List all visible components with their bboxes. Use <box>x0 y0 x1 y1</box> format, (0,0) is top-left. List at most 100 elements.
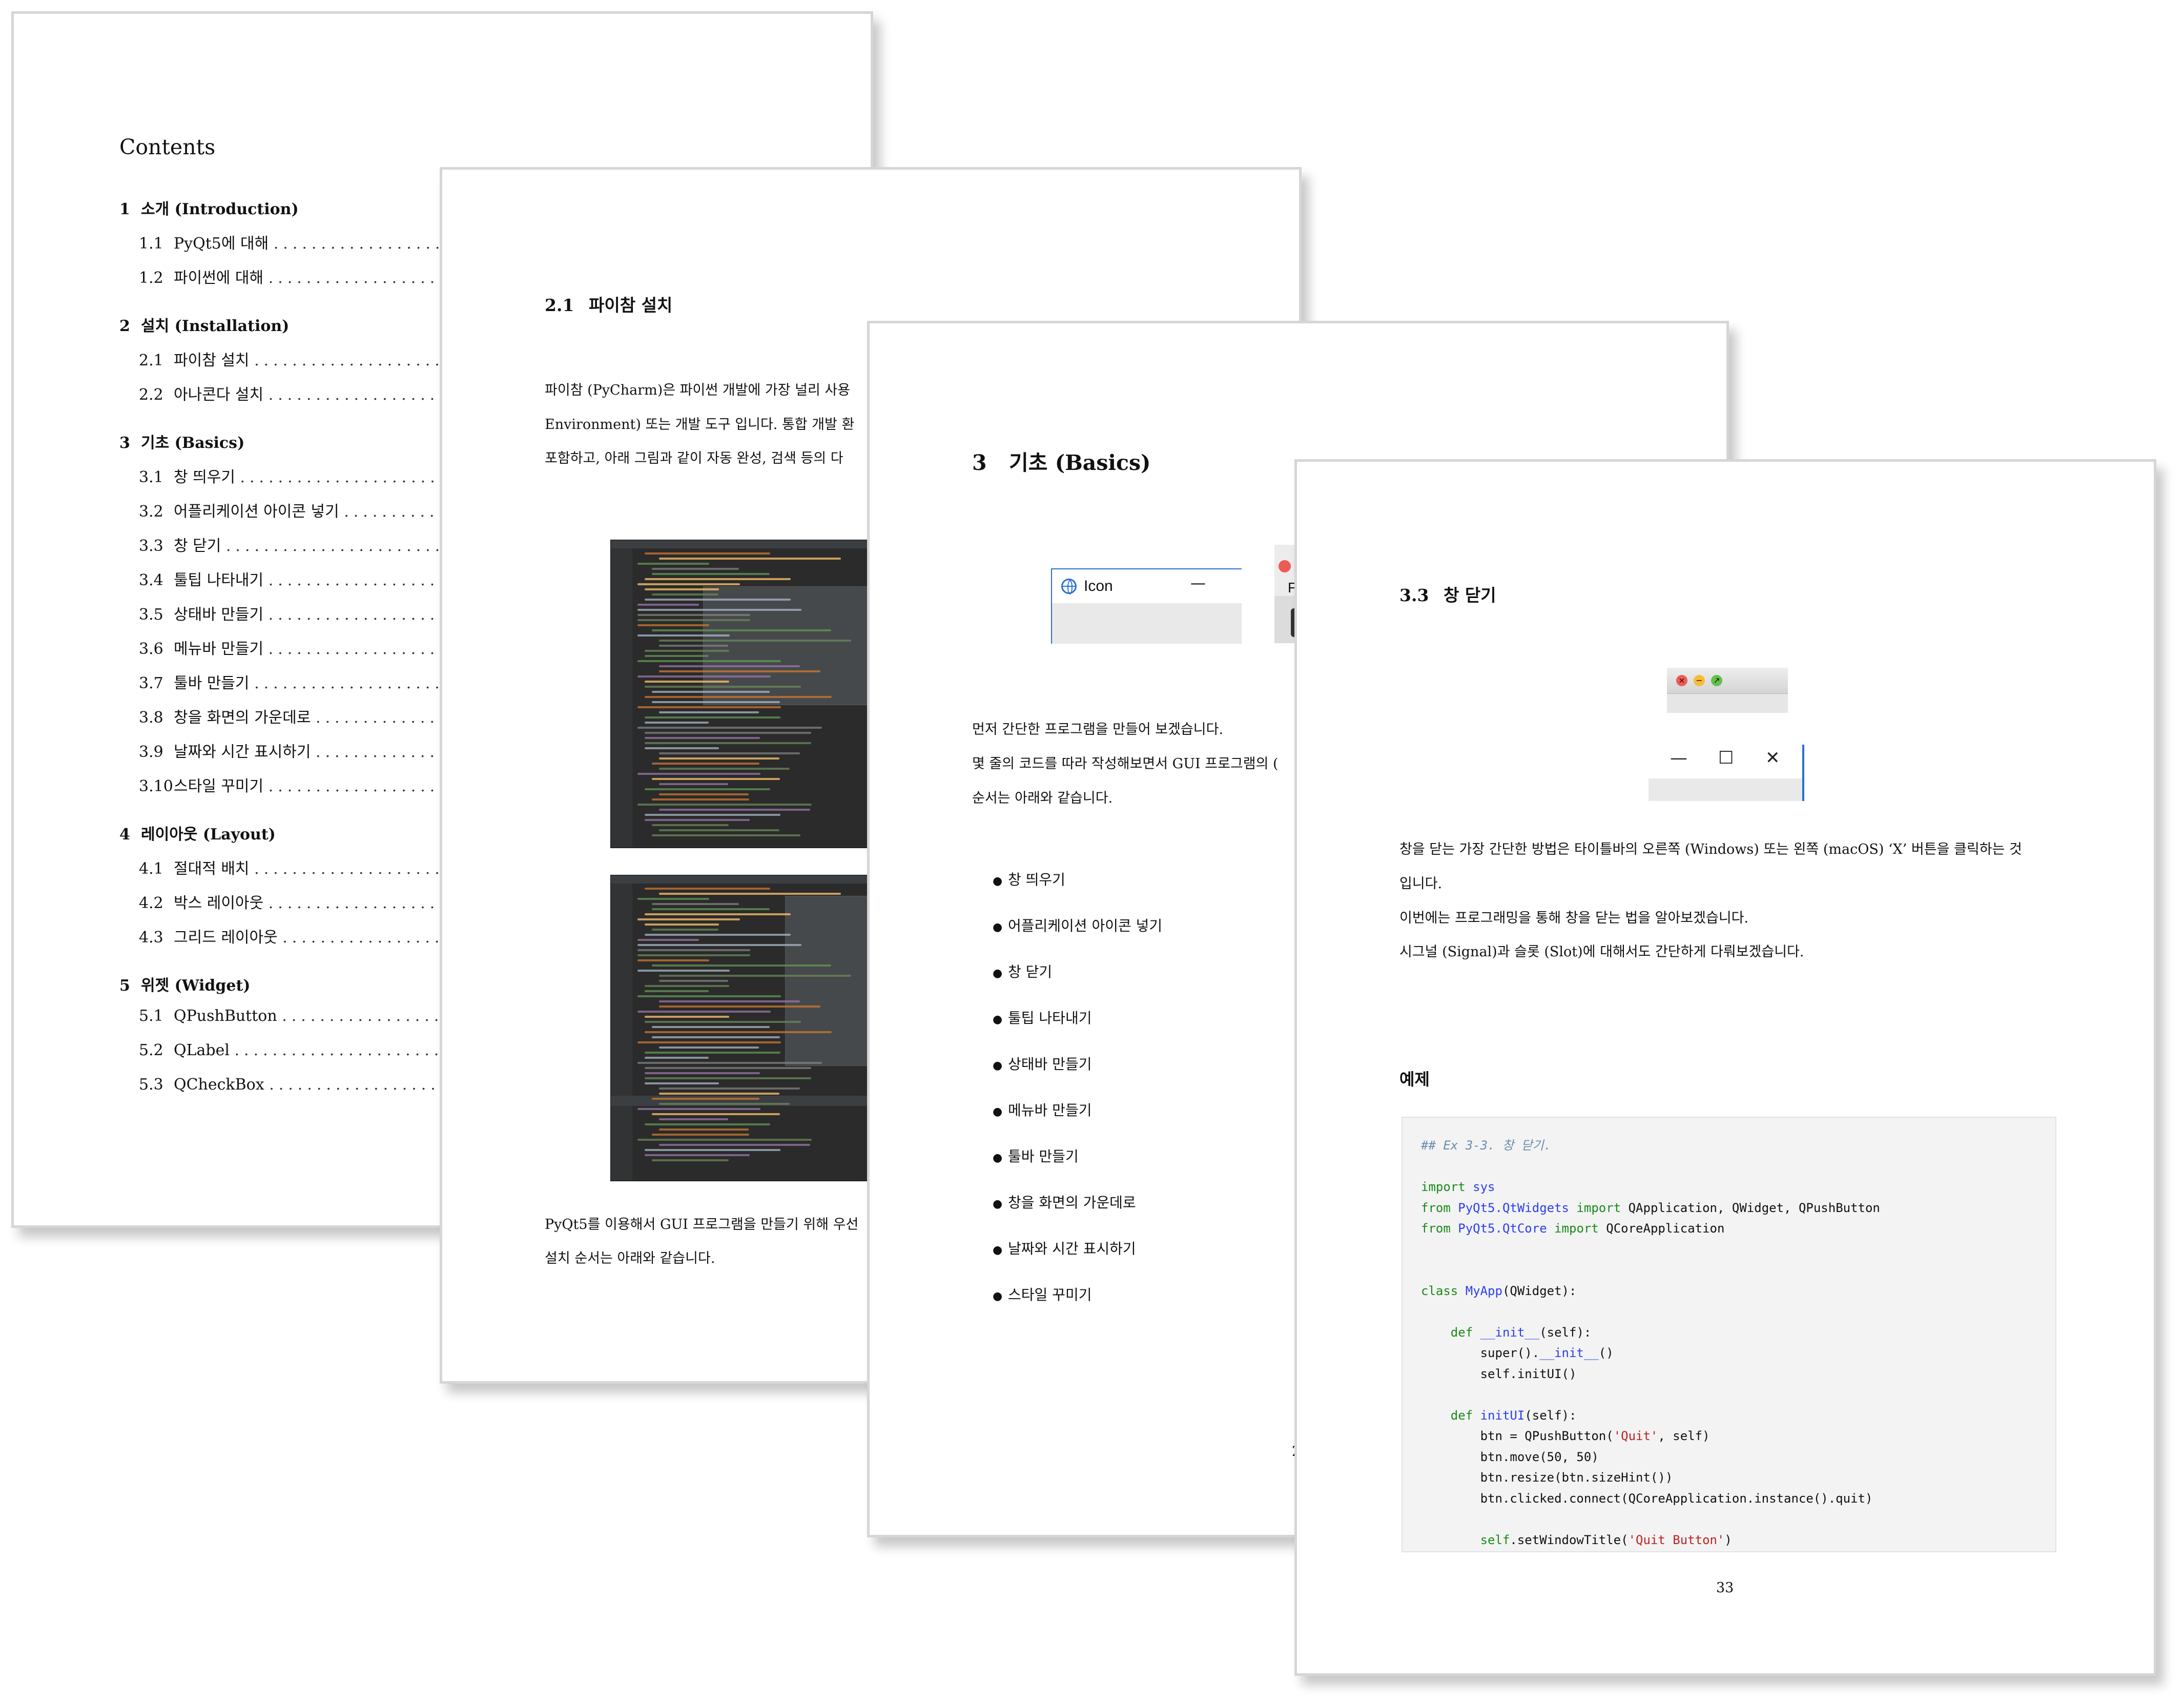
toc-chapter-title: 기초 (Basics) <box>141 434 245 452</box>
toc-entry-title: 툴팁 나타내기 <box>174 571 264 589</box>
body-line-4: 시그널 (Signal)과 슬롯 (Slot)에 대해서도 간단하게 다뤄보겠습… <box>1399 944 1804 960</box>
toc-entry-title: 메뉴바 만들기 <box>174 640 264 658</box>
outro-line-2: 설치 순서는 아래와 같습니다. <box>545 1250 715 1266</box>
pycharm-screenshot-debugger <box>610 875 873 1181</box>
toc-entry-number: 1.2 <box>139 269 163 287</box>
toc-entry-number: 2.1 <box>139 352 163 369</box>
intro-line-1: 파이참 (PyCharm)은 파이썬 개발에 가장 널리 사용 <box>545 382 851 398</box>
toc-entry-number: 3.5 <box>139 606 163 624</box>
toc-chapter[interactable]: 1 소개 (Introduction) <box>119 196 299 219</box>
toc-entry-title: 어플리케이션 아이콘 넣기 <box>174 503 339 521</box>
body-line-2: 입니다. <box>1399 876 1443 892</box>
toc-entry-title: QCheckBox <box>174 1076 264 1094</box>
toc-entry-number: 1.1 <box>139 235 163 253</box>
bullet-icon: ● <box>993 1059 1003 1072</box>
toc-chapter-title: 레이아웃 (Layout) <box>141 826 276 844</box>
intro-line-3: 포함하고, 아래 그림과 같이 자동 완성, 검색 등의 다 <box>545 450 843 466</box>
toc-entry-title: 그리드 레이아웃 <box>174 929 278 947</box>
toc-entry-number: 3.4 <box>139 571 163 589</box>
section-title: 창 닫기 <box>1444 585 1496 605</box>
toc-chapter-number: 2 <box>119 317 130 335</box>
bullet-text: 메뉴바 만들기 <box>1008 1102 1092 1119</box>
bullet-text: 창 닫기 <box>1008 963 1053 980</box>
minimize-traffic-light-icon: − <box>1694 675 1705 686</box>
bullet-text: 툴바 만들기 <box>1008 1148 1079 1165</box>
section-title: 파이참 설치 <box>589 295 673 315</box>
page-number: 33 <box>1716 1580 1734 1596</box>
code-block: ## Ex 3-3. 창 닫기. import sys from PyQt5.Q… <box>1402 1117 2056 1552</box>
bullet-icon: ● <box>993 1290 1003 1303</box>
toc-entry-title: 파이참 설치 <box>174 352 250 369</box>
example-heading: 예제 <box>1399 1070 1430 1089</box>
window-title: Icon <box>1084 578 1113 594</box>
section-heading: 3.3 창 닫기 <box>1399 582 1496 606</box>
section-number: 2.1 <box>545 295 574 315</box>
bullet-text: 툴팁 나타내기 <box>1008 1010 1092 1026</box>
bullet-item: ● 툴바 만들기 <box>993 1145 1079 1166</box>
bullet-item: ● 스타일 꾸미기 <box>993 1284 1091 1304</box>
bullet-icon: ● <box>993 967 1003 980</box>
toc-entry-title: 창 닫기 <box>174 537 221 555</box>
chapter-heading: 3 기초 (Basics) <box>972 445 1150 476</box>
bullet-text: 상태바 만들기 <box>1008 1056 1092 1073</box>
toc-entry-number: 3.9 <box>139 743 163 761</box>
toc-chapter[interactable]: 4 레이아웃 (Layout) <box>119 822 276 844</box>
toc-entry-number: 3.8 <box>139 709 163 727</box>
bullet-icon: ● <box>993 1105 1003 1118</box>
toc-entry-title: 창 띄우기 <box>174 468 235 486</box>
bullet-icon: ● <box>993 1198 1003 1210</box>
toc-entry-title: 창을 화면의 가운데로 <box>174 709 311 727</box>
toc-entry-title: 툴바 만들기 <box>174 674 250 692</box>
icon-window-screenshot: Icon — <box>1051 568 1242 644</box>
toc-entry-title: QPushButton <box>174 1007 277 1025</box>
minimize-icon: — <box>1190 574 1206 592</box>
close-dot-icon <box>1279 560 1291 572</box>
bullet-item: ● 창 닫기 <box>993 961 1052 981</box>
toc-chapter-title: 위젯 (Widget) <box>141 977 251 995</box>
toc-chapter[interactable]: 3 기초 (Basics) <box>119 430 244 453</box>
toc-entry-title: 절대적 배치 <box>174 860 250 878</box>
zoom-traffic-light-icon: ↗ <box>1711 675 1722 686</box>
bullet-icon: ● <box>993 1152 1003 1164</box>
close-traffic-light-icon: × <box>1676 675 1687 686</box>
toc-entry-number: 3.6 <box>139 640 163 658</box>
bullet-icon: ● <box>993 1244 1003 1257</box>
outro-line-1: PyQt5를 이용해서 GUI 프로그램을 만들기 위해 우선 <box>545 1217 859 1233</box>
section-number: 3.3 <box>1399 585 1429 605</box>
toc-entry-number: 3.2 <box>139 503 163 521</box>
globe-icon <box>1061 579 1077 594</box>
toc-entry-number: 4.2 <box>139 894 163 912</box>
macos-window-screenshot: × − ↗ <box>1667 668 1788 713</box>
bullet-item: ● 어플리케이션 아이콘 넣기 <box>993 915 1162 935</box>
bullet-text: 창을 화면의 가운데로 <box>1008 1194 1136 1211</box>
toc-entry-number: 3.10 <box>139 777 173 795</box>
toc-entry-number: 2.2 <box>139 386 163 404</box>
bullet-item: ● 상태바 만들기 <box>993 1053 1091 1074</box>
intro-line-3: 순서는 아래와 같습니다. <box>972 790 1113 806</box>
pycharm-screenshot-autocomplete <box>610 540 873 848</box>
toc-entry-number: 3.7 <box>139 674 163 692</box>
bullet-icon: ● <box>993 1013 1003 1026</box>
toc-entry-number: 4.1 <box>139 860 163 878</box>
toc-entry-title: 스타일 꾸미기 <box>174 777 264 795</box>
toc-entry-number: 5.3 <box>139 1076 163 1094</box>
toc-chapter[interactable]: 5 위젯 (Widget) <box>119 973 251 995</box>
toc-entry-number: 3.1 <box>139 468 163 486</box>
toc-entry-number: 4.3 <box>139 929 163 947</box>
toc-entry-number: 5.2 <box>139 1041 163 1059</box>
toc-chapter-title: 소개 (Introduction) <box>141 200 299 218</box>
chapter-number: 3 <box>972 450 987 475</box>
bullet-text: 어플리케이션 아이콘 넣기 <box>1008 917 1163 934</box>
toc-chapter-number: 5 <box>119 977 130 995</box>
body-line-3: 이번에는 프로그래밍을 통해 창을 닫는 법을 알아보겠습니다. <box>1399 910 1749 926</box>
close-window-page: 3.3 창 닫기 × − ↗ — ☐ ✕ 창을 닫는 가장 간단한 방법은 타이틀… <box>1294 459 2156 1676</box>
toc-entry-title: 박스 레이아웃 <box>174 894 264 912</box>
section-heading: 2.1 파이참 설치 <box>545 292 672 316</box>
toc-chapter[interactable]: 2 설치 (Installation) <box>119 313 289 336</box>
toc-entry-title: PyQt5에 대해 <box>174 235 269 253</box>
toc-entry-title: 날짜와 시간 표시하기 <box>174 743 311 761</box>
bullet-text: 날짜와 시간 표시하기 <box>1008 1240 1136 1257</box>
windows-window-screenshot: — ☐ ✕ <box>1649 745 1804 801</box>
intro-line-1: 먼저 간단한 프로그램을 만들어 보겠습니다. <box>972 722 1224 737</box>
intro-line-2: 몇 줄의 코드를 따라 작성해보면서 GUI 프로그램의 ( <box>972 756 1279 772</box>
